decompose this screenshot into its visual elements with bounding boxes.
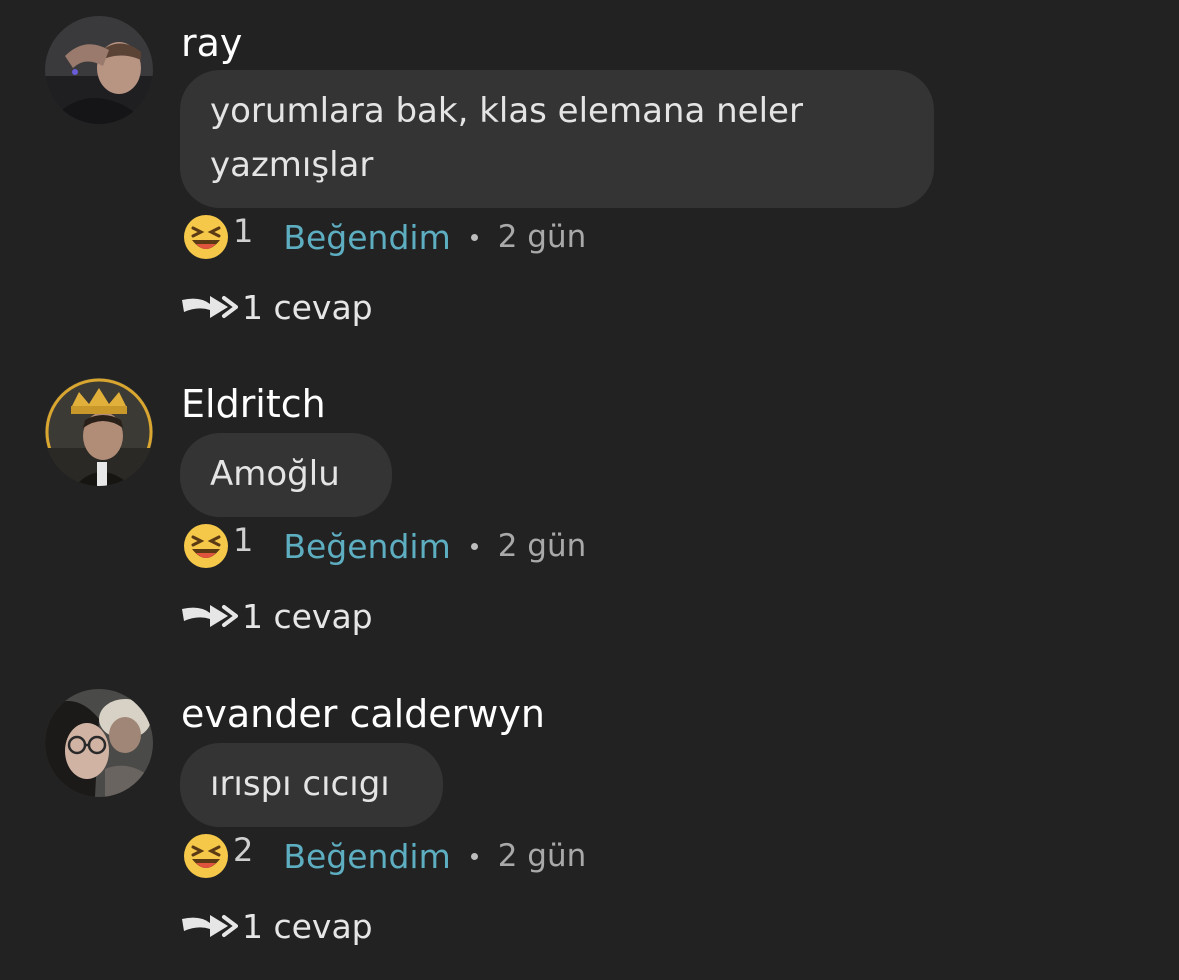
comment-actions: 1 Beğendim 2 gün bbox=[183, 521, 586, 571]
comment-actions: 1 Beğendim 2 gün bbox=[183, 212, 586, 262]
like-button[interactable]: Beğendim bbox=[283, 527, 450, 566]
replies-count-label: 1 cevap bbox=[242, 906, 373, 946]
avatar[interactable] bbox=[45, 689, 153, 797]
comment-username[interactable]: Eldritch bbox=[181, 385, 326, 423]
reply-arrow-icon bbox=[182, 605, 238, 627]
reply-arrow-icon bbox=[182, 296, 238, 318]
view-replies-button[interactable]: 1 cevap bbox=[180, 284, 373, 330]
reaction-count: 1 bbox=[233, 212, 254, 250]
view-replies-button[interactable]: 1 cevap bbox=[180, 593, 373, 639]
avatar[interactable] bbox=[45, 16, 153, 124]
comment-bubble: yorumlara bak, klas elemana neler yazmış… bbox=[180, 70, 934, 208]
comment-bubble: Amoğlu bbox=[180, 433, 392, 517]
comment-timestamp: 2 gün bbox=[497, 219, 587, 255]
comment-actions: 2 Beğendim 2 gün bbox=[183, 831, 586, 881]
laughing-emoji-icon[interactable] bbox=[183, 523, 229, 569]
comment-username[interactable]: evander calderwyn bbox=[181, 695, 545, 733]
reaction-count: 2 bbox=[233, 831, 254, 869]
comment-timestamp: 2 gün bbox=[497, 528, 587, 564]
avatar[interactable] bbox=[45, 378, 153, 486]
laughing-emoji-icon[interactable] bbox=[183, 833, 229, 879]
replies-count-label: 1 cevap bbox=[242, 287, 373, 327]
separator-dot bbox=[470, 233, 478, 241]
comment-username[interactable]: ray bbox=[181, 24, 242, 62]
separator-dot bbox=[470, 542, 478, 550]
reaction-count: 1 bbox=[233, 521, 254, 559]
laughing-emoji-icon[interactable] bbox=[183, 214, 229, 260]
reply-arrow-icon bbox=[182, 915, 238, 937]
replies-count-label: 1 cevap bbox=[242, 596, 373, 636]
view-replies-button[interactable]: 1 cevap bbox=[180, 903, 373, 949]
comment-bubble: ırıspı cıcıgı bbox=[180, 743, 443, 827]
separator-dot bbox=[470, 852, 478, 860]
like-button[interactable]: Beğendim bbox=[283, 837, 450, 876]
like-button[interactable]: Beğendim bbox=[283, 218, 450, 257]
comment-timestamp: 2 gün bbox=[497, 838, 587, 874]
